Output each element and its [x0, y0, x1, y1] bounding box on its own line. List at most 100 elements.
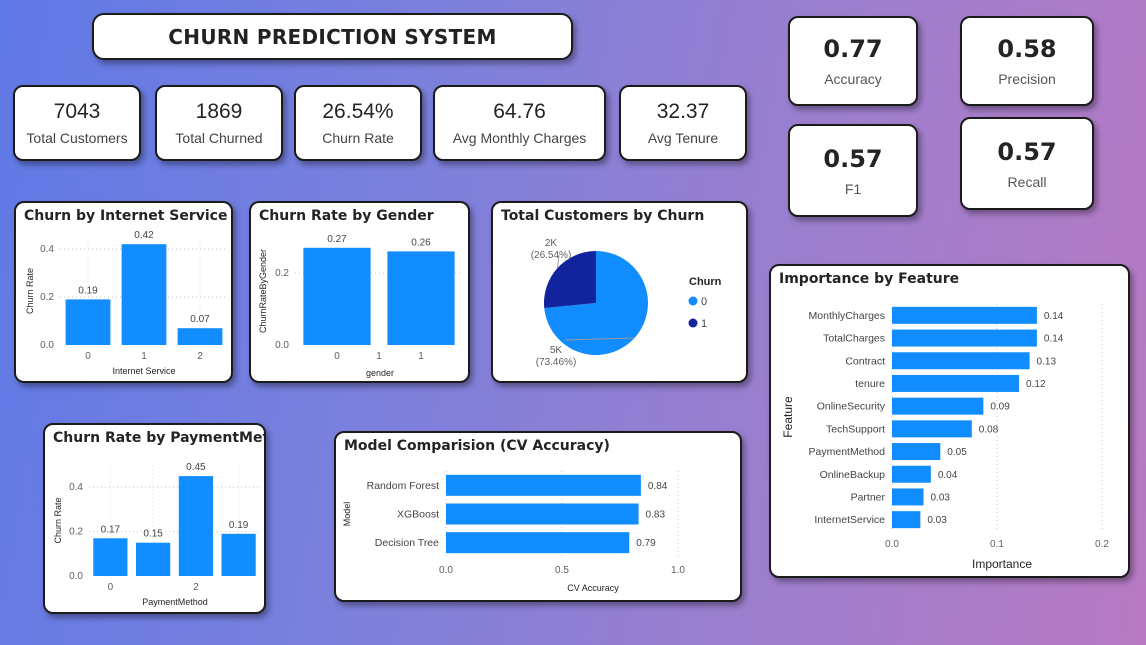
- y-tick-label: 0.2: [69, 527, 83, 538]
- y-tick-label: 0.0: [40, 340, 54, 351]
- x-tick-label: 0.0: [439, 565, 453, 576]
- x-tick-label: 0.2: [1095, 539, 1109, 550]
- pie-percent-label: (26.54%): [531, 250, 572, 261]
- metric-label: Recall: [1007, 173, 1047, 190]
- y-axis-title: Churn Rate: [53, 497, 63, 543]
- bar: [446, 532, 630, 554]
- y-tick-label: OnlineBackup: [820, 469, 886, 481]
- metric-value: 0.57: [997, 137, 1057, 166]
- chart-churn-rate-by-payment-method[interactable]: Churn Rate by PaymentMethod 0.00.20.40.1…: [43, 423, 266, 614]
- data-label: 0.03: [927, 515, 947, 526]
- y-tick-label: tenure: [855, 378, 885, 390]
- data-label: 0.07: [190, 314, 210, 325]
- y-tick-label: 0.0: [275, 340, 289, 351]
- legend-title: Churn: [689, 276, 722, 288]
- x-tick-label: 1: [418, 351, 424, 362]
- feature-importance-bar-chart: 0.0 0.1 0.2 0.14 MonthlyCharges 0.14 TotalChar…: [781, 304, 1109, 571]
- x-tick-label: 1: [376, 351, 382, 362]
- bar: [446, 503, 639, 525]
- metric-accuracy[interactable]: 0.77 Accuracy: [788, 16, 918, 106]
- kpi-label: Avg Monthly Charges: [452, 129, 587, 146]
- bar: [136, 542, 171, 576]
- bar: [177, 328, 223, 345]
- internet-service-bar-chart: 0.0 0.2 0.4 0.19 0.42 0.07 0 1 2 Internet Service…: [25, 230, 228, 376]
- y-tick-label: Random Forest: [367, 480, 439, 492]
- x-tick-label: 2: [197, 351, 203, 362]
- data-label: 0.03: [931, 492, 951, 503]
- bar: [892, 352, 1030, 370]
- bar: [303, 247, 371, 345]
- x-tick-label: 1: [141, 351, 147, 362]
- x-tick-label: 0: [108, 582, 114, 593]
- y-tick-label: MonthlyCharges: [809, 310, 885, 322]
- y-axis-title: Model: [342, 502, 352, 527]
- pie-value-label: 5K: [550, 345, 563, 356]
- payment-method-bar-chart: 0.0 0.2 0.4 0.17 0.15 0.45 0.19 0 2 PaymentMethod…: [53, 462, 260, 607]
- bar: [121, 244, 167, 345]
- kpi-value: 7043: [53, 100, 101, 124]
- y-tick-label: TotalCharges: [823, 333, 885, 345]
- chart-churn-rate-by-gender[interactable]: Churn Rate by Gender 0.0 0.2 0.27 0.26 0 1 1 ge…: [249, 201, 470, 383]
- kpi-value: 64.76: [493, 100, 546, 124]
- chart-total-customers-by-churn[interactable]: Total Customers by Churn 5K (73.46%) 2K (26…: [491, 201, 748, 383]
- bar: [892, 465, 931, 483]
- y-tick-label: 0.4: [69, 482, 83, 493]
- chart-churn-by-internet-service[interactable]: Churn by Internet Service 0.0 0.2 0.4 0.19 0…: [14, 201, 233, 383]
- pie-percent-label: (73.46%): [536, 357, 577, 368]
- x-tick-label: 0.1: [990, 539, 1004, 550]
- data-label: 0.13: [1037, 356, 1057, 367]
- data-label: 0.84: [648, 481, 668, 492]
- legend-marker: [688, 296, 698, 306]
- kpi-value: 1869: [195, 100, 243, 124]
- bar: [892, 488, 924, 506]
- data-label: 0.12: [1026, 379, 1046, 390]
- metric-label: F1: [844, 180, 862, 197]
- data-label: 0.19: [229, 520, 249, 531]
- page-title: CHURN PREDICTION SYSTEM: [168, 24, 497, 49]
- data-label: 0.27: [327, 234, 347, 245]
- y-tick-label: 0.4: [40, 244, 54, 255]
- bar: [892, 443, 941, 461]
- bar: [65, 299, 111, 345]
- bar: [178, 476, 213, 576]
- bar: [446, 474, 641, 496]
- data-label: 0.45: [186, 462, 206, 473]
- chart-importance-by-feature[interactable]: Importance by Feature 0.0 0.1 0.2 0.14 Month…: [769, 264, 1130, 578]
- kpi-avg-monthly-charges[interactable]: 64.76 Avg Monthly Charges: [433, 85, 606, 161]
- y-tick-label: 0.2: [40, 292, 54, 303]
- x-axis-title: gender: [366, 368, 394, 378]
- metric-recall[interactable]: 0.57 Recall: [960, 117, 1094, 210]
- chart-model-comparison[interactable]: Model Comparision (CV Accuracy) 0.0 0.5 1.…: [334, 431, 742, 602]
- pie-value-label: 2K: [545, 238, 558, 249]
- data-label: 0.26: [411, 237, 431, 248]
- metric-precision[interactable]: 0.58 Precision: [960, 16, 1094, 106]
- data-label: 0.19: [78, 285, 98, 296]
- metric-value: 0.57: [823, 144, 883, 173]
- y-tick-label: PaymentMethod: [809, 446, 886, 458]
- metric-label: Precision: [998, 71, 1056, 87]
- kpi-label: Total Customers: [26, 129, 128, 146]
- y-tick-label: Partner: [851, 491, 886, 503]
- y-tick-label: XGBoost: [397, 509, 439, 521]
- y-tick-label: OnlineSecurity: [817, 401, 886, 413]
- x-tick-label: 0: [85, 351, 91, 362]
- metric-f1[interactable]: 0.57 F1: [788, 124, 918, 217]
- y-axis-title: ChurnRateByGender: [258, 249, 268, 333]
- kpi-avg-tenure[interactable]: 32.37 Avg Tenure: [619, 85, 747, 161]
- x-tick-label: 2: [193, 582, 199, 593]
- model-comparison-bar-chart: 0.0 0.5 1.0 0.84 Random Forest 0.83 XGBoost 0.7…: [342, 471, 685, 593]
- kpi-value: 26.54%: [322, 100, 394, 124]
- kpi-label: Avg Tenure: [647, 129, 719, 146]
- bar: [892, 397, 984, 415]
- x-axis-title: PaymentMethod: [142, 597, 208, 607]
- bar: [892, 374, 1020, 392]
- x-tick-label: 0: [334, 351, 340, 362]
- kpi-label: Total Churned: [175, 129, 263, 146]
- kpi-total-churned[interactable]: 1869 Total Churned: [155, 85, 283, 161]
- x-tick-label: 0.0: [885, 539, 899, 550]
- data-label: 0.79: [636, 538, 656, 549]
- legend-marker: [688, 318, 698, 328]
- kpi-total-customers[interactable]: 7043 Total Customers: [13, 85, 141, 161]
- kpi-churn-rate[interactable]: 26.54% Churn Rate: [294, 85, 422, 161]
- metric-label: Accuracy: [824, 71, 882, 87]
